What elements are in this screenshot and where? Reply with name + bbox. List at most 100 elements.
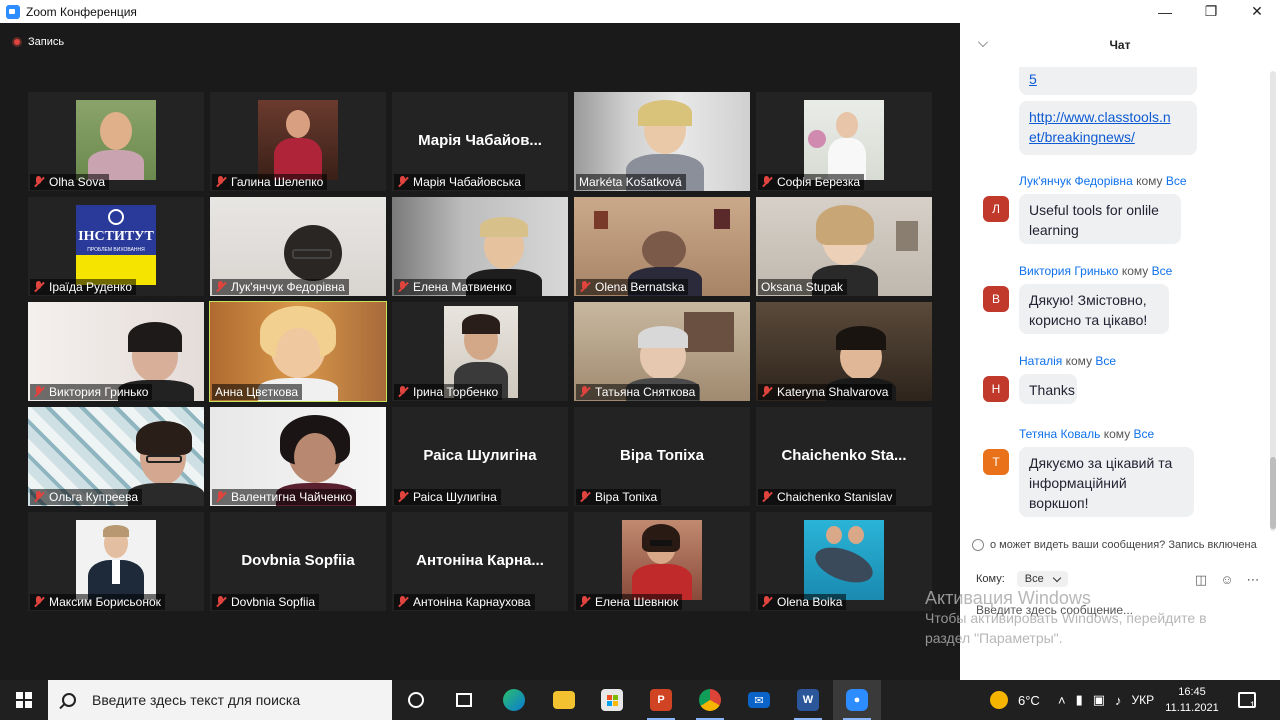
participant-name-tag: Виктория Гринько bbox=[30, 384, 153, 400]
participant-tile[interactable]: Марія Чабайов... Марія Чабайовська bbox=[392, 92, 568, 191]
avatar: Н bbox=[983, 376, 1009, 402]
participant-tile[interactable]: Chaichenko Sta... Chaichenko Stanislav bbox=[756, 407, 932, 506]
minimize-button[interactable]: — bbox=[1142, 0, 1188, 23]
maximize-button[interactable]: ❐ bbox=[1188, 0, 1234, 23]
language-indicator[interactable]: УКР bbox=[1132, 693, 1155, 707]
clock[interactable]: 16:45 11.11.2021 bbox=[1162, 684, 1222, 716]
chat-message-bubble: Thanks bbox=[1019, 374, 1077, 404]
chat-scrollbar[interactable] bbox=[1270, 71, 1276, 531]
participant-name-tag: Антоніна Карнаухова bbox=[394, 594, 535, 610]
chat-link[interactable]: 5 bbox=[1029, 71, 1037, 87]
chat-sender: Виктория Гринько кому Все bbox=[1019, 264, 1173, 278]
institute-logo: ІНСТИТУТ ПРОБЛЕМ ВИХОВАННЯ bbox=[76, 205, 156, 285]
mail-button[interactable]: ✉ bbox=[735, 680, 783, 720]
cortana-button[interactable] bbox=[392, 680, 440, 720]
participant-photo bbox=[76, 100, 156, 180]
participant-tile[interactable]: Татьяна Сняткова bbox=[574, 302, 750, 401]
powerpoint-button[interactable]: P bbox=[637, 680, 685, 720]
participant-name-tag: Валентигна Чайченко bbox=[212, 489, 357, 505]
participant-tile-active-speaker[interactable]: Анна Цвєткова bbox=[209, 301, 387, 402]
edge-button[interactable] bbox=[490, 680, 538, 720]
participant-tile[interactable]: Раіса Шулигіна Раіса Шулигіна bbox=[392, 407, 568, 506]
volume-icon[interactable]: ♪ bbox=[1115, 693, 1122, 708]
participant-tile[interactable]: Елена Шевнюк bbox=[574, 512, 750, 611]
participant-tile[interactable]: Ольга Купреева bbox=[28, 407, 204, 506]
participant-tile[interactable]: Галина Шелепко bbox=[210, 92, 386, 191]
participant-tile[interactable]: Віра Топіха Віра Топіха bbox=[574, 407, 750, 506]
network-icon[interactable]: ▣ bbox=[1093, 692, 1105, 708]
close-button[interactable]: ✕ bbox=[1234, 0, 1280, 23]
muted-mic-icon bbox=[33, 491, 45, 503]
chat-message-bubble: 5 bbox=[1019, 67, 1197, 95]
cortana-icon bbox=[408, 692, 424, 708]
task-view-button[interactable] bbox=[440, 680, 488, 720]
participant-tile[interactable]: ІНСТИТУТ ПРОБЛЕМ ВИХОВАННЯ Іраїда Руденк… bbox=[28, 197, 204, 296]
chat-link[interactable]: et/breakingnews/ bbox=[1029, 129, 1135, 145]
file-icon[interactable]: ◫ bbox=[1194, 573, 1208, 587]
participant-tile[interactable]: Максим Борисьонок bbox=[28, 512, 204, 611]
participant-tile[interactable]: Лук'янчук Федорівна bbox=[210, 197, 386, 296]
participant-tile[interactable]: Елена Матвиенко bbox=[392, 197, 568, 296]
participant-display-name: Dovbnia Sopfiia bbox=[241, 552, 355, 569]
participant-name-tag: Olena Boika bbox=[758, 594, 847, 610]
participant-tile[interactable]: Антоніна Карна... Антоніна Карнаухова bbox=[392, 512, 568, 611]
notification-center-button[interactable]: 1 bbox=[1238, 680, 1256, 720]
chat-sender: Лук'янчук Федорівна кому Все bbox=[1019, 174, 1187, 188]
participant-tile[interactable]: Olena Bernatska bbox=[574, 197, 750, 296]
recipient-row: Кому: Все bbox=[976, 571, 1068, 587]
chevron-up-icon[interactable]: ˄ bbox=[1058, 693, 1066, 708]
scrollbar-thumb[interactable] bbox=[1270, 457, 1276, 529]
word-button[interactable]: W bbox=[784, 680, 832, 720]
participant-tile[interactable]: Ірина Торбенко bbox=[392, 302, 568, 401]
chat-message-bubble: Useful tools for onlile learning bbox=[1019, 194, 1181, 244]
muted-mic-icon bbox=[761, 176, 773, 188]
participant-name-tag: Софія Березка bbox=[758, 174, 865, 190]
recording-indicator[interactable]: Запись bbox=[12, 36, 64, 48]
chat-link[interactable]: http://www.classtools.n bbox=[1029, 109, 1171, 125]
file-explorer-button[interactable] bbox=[540, 680, 588, 720]
participant-tile[interactable]: Olha Sova bbox=[28, 92, 204, 191]
edge-icon bbox=[503, 689, 525, 711]
muted-mic-icon bbox=[215, 281, 227, 293]
more-icon[interactable]: ⋯ bbox=[1246, 573, 1260, 587]
participant-name-tag: Markéta Košatková bbox=[576, 174, 686, 190]
chrome-button[interactable] bbox=[686, 680, 734, 720]
muted-mic-icon bbox=[33, 596, 45, 608]
participant-name-tag: Марія Чабайовська bbox=[394, 174, 525, 190]
mail-icon: ✉ bbox=[748, 692, 770, 708]
chat-privacy-notice[interactable]: о может видеть ваши сообщения? Запись вк… bbox=[972, 539, 1272, 551]
chat-sender: Тетяна Коваль кому Все bbox=[1019, 427, 1155, 441]
muted-mic-icon bbox=[579, 386, 591, 398]
emoji-icon[interactable]: ☺ bbox=[1220, 573, 1234, 587]
taskbar-search[interactable]: Введите здесь текст для поиска bbox=[48, 680, 392, 720]
muted-mic-icon bbox=[33, 176, 45, 188]
muted-mic-icon bbox=[761, 491, 773, 503]
battery-icon[interactable]: ▮ bbox=[1076, 692, 1083, 708]
start-button[interactable] bbox=[0, 680, 48, 720]
participant-tile[interactable]: Софія Березка bbox=[756, 92, 932, 191]
participant-tile[interactable]: Oksana Stupak bbox=[756, 197, 932, 296]
participant-name-tag: Dovbnia Sopfiia bbox=[212, 594, 320, 610]
muted-mic-icon bbox=[579, 281, 591, 293]
chat-message-bubble: Дякую! Змістовно, корисно та цікаво! bbox=[1019, 284, 1169, 334]
participant-name-tag: Olena Bernatska bbox=[576, 279, 689, 295]
participant-display-name: Chaichenko Sta... bbox=[781, 447, 907, 464]
participant-tile[interactable]: Olena Boika bbox=[756, 512, 932, 611]
windows-activation-watermark: Активация Windows Чтобы активировать Win… bbox=[925, 588, 1207, 646]
participant-tile[interactable]: Виктория Гринько bbox=[28, 302, 204, 401]
recipient-select[interactable]: Все bbox=[1016, 571, 1068, 587]
participant-tile[interactable]: Dovbnia Sopfiia Dovbnia Sopfiia bbox=[210, 512, 386, 611]
participant-tile[interactable]: Kateryna Shalvarova bbox=[756, 302, 932, 401]
muted-mic-icon bbox=[33, 386, 45, 398]
zoom-button[interactable]: ● bbox=[833, 680, 881, 720]
muted-mic-icon bbox=[397, 386, 409, 398]
muted-mic-icon bbox=[579, 491, 591, 503]
participant-tile[interactable]: Markéta Košatková bbox=[574, 92, 750, 191]
participant-tile[interactable]: Валентигна Чайченко bbox=[210, 407, 386, 506]
gallery-grid: Olha Sova Галина Шелепко Марія Чабайов..… bbox=[28, 92, 932, 611]
weather-widget[interactable]: 6°C bbox=[990, 680, 1040, 720]
muted-mic-icon bbox=[215, 176, 227, 188]
recording-label: Запись bbox=[28, 36, 65, 48]
participant-photo bbox=[804, 520, 884, 600]
store-button[interactable] bbox=[588, 680, 636, 720]
